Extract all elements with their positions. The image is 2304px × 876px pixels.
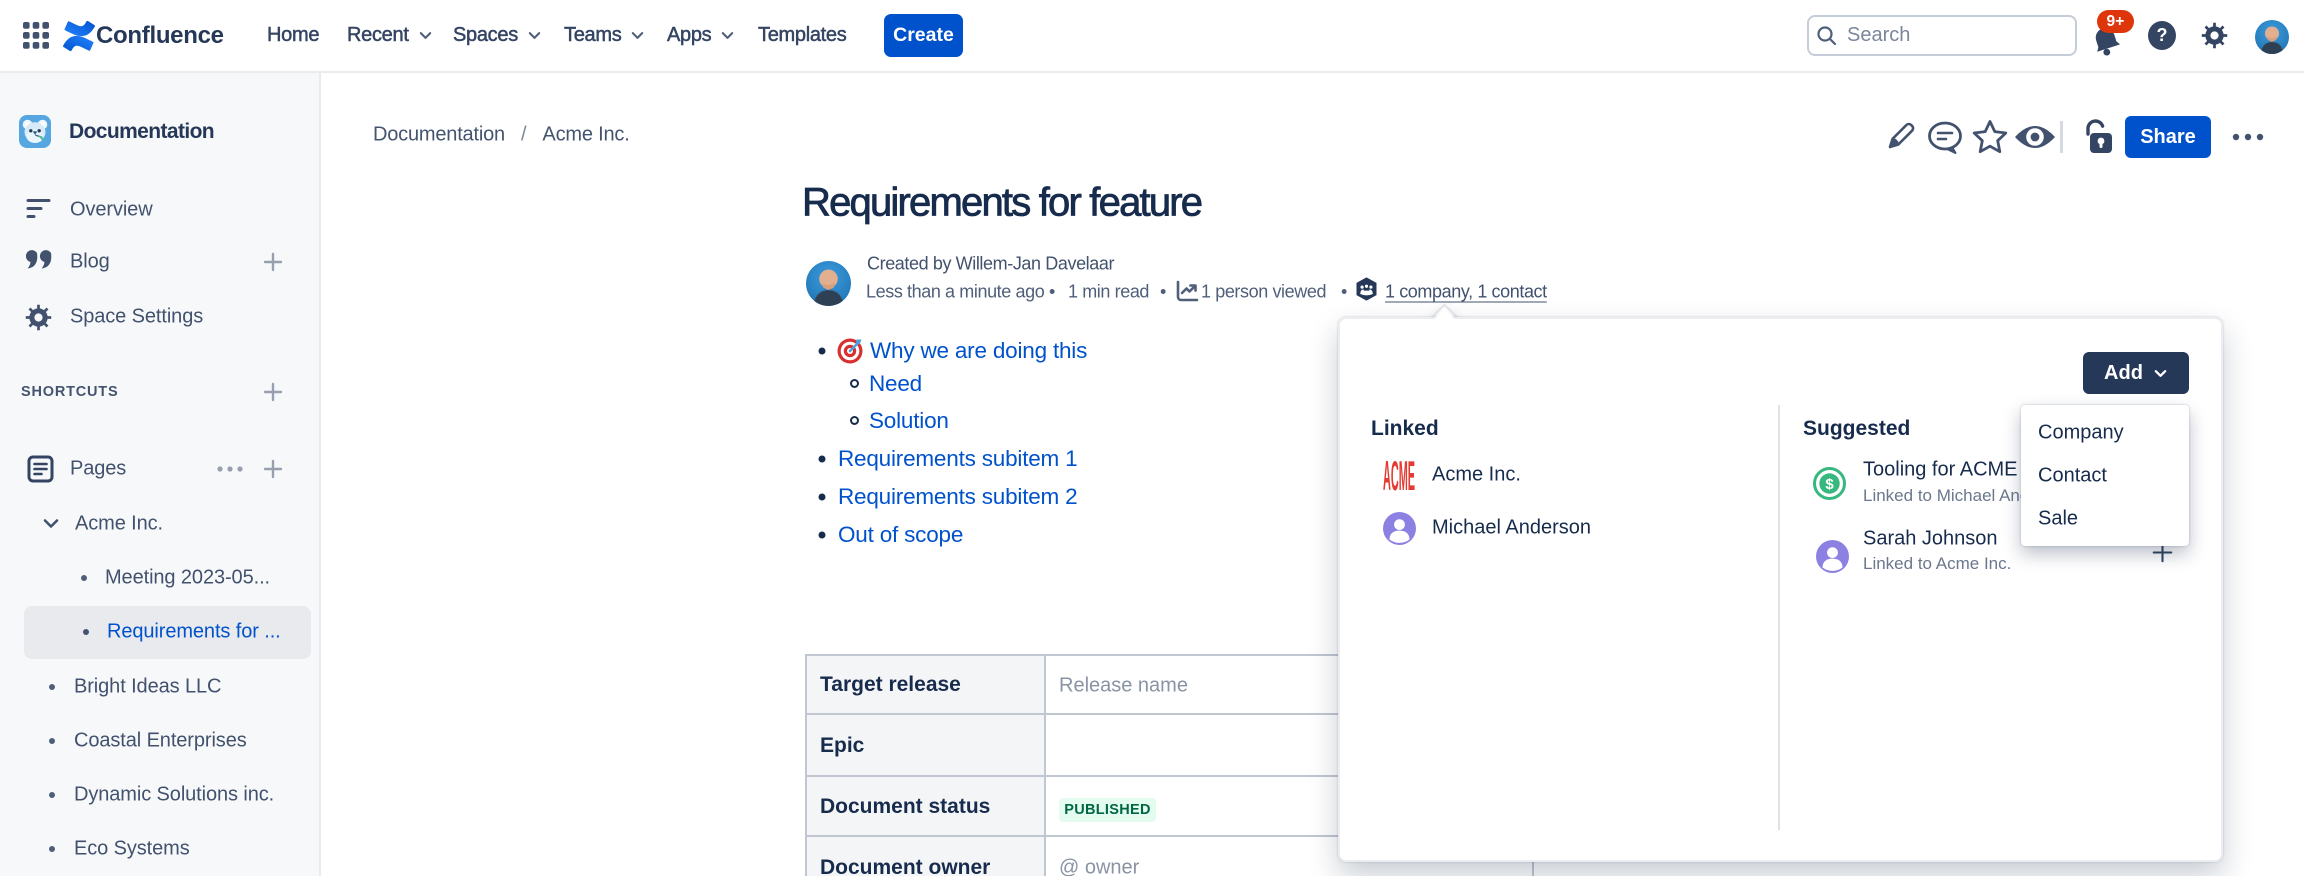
svg-text:ACME: ACME bbox=[1383, 458, 1415, 492]
svg-text:$: $ bbox=[1825, 476, 1834, 493]
